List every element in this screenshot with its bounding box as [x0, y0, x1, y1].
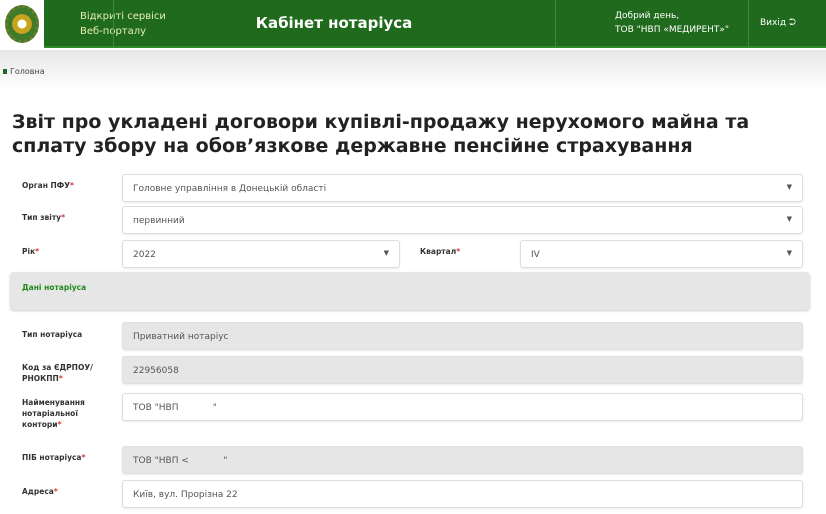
quarter-select[interactable]: IV ▼: [520, 240, 803, 268]
breadcrumb-home-label: Головна: [10, 67, 45, 76]
section-title: Дані нотаріуса: [22, 283, 86, 292]
greeting-line1: Добрий день,: [615, 9, 729, 23]
logo[interactable]: [0, 0, 44, 48]
code-label: Код за ЄДРПОУ/РНОКПП*: [22, 362, 102, 384]
year-label: Рік*: [22, 246, 112, 257]
address-label: Адреса*: [22, 486, 112, 497]
home-icon: [3, 69, 7, 74]
notary-type-label: Тип нотаріуса: [22, 329, 112, 340]
notary-name-value: ТОВ "НВП < ": [133, 456, 227, 466]
pfu-value: Головне управління в Донецькій області: [133, 184, 326, 194]
user-name: ТОВ "НВП «МЕДИРЕНТ»": [615, 23, 729, 37]
office-name-label: Найменування нотаріальної контори*: [22, 397, 97, 430]
divider: [555, 0, 556, 48]
chevron-down-icon: ▼: [384, 249, 389, 257]
breadcrumb: Головна: [0, 50, 826, 90]
chevron-down-icon: ▼: [787, 215, 792, 223]
emblem-icon: [5, 5, 39, 43]
year-select[interactable]: 2022 ▼: [122, 240, 400, 268]
pfu-select[interactable]: Головне управління в Донецькій області ▼: [122, 174, 803, 202]
notary-name-label: ПІБ нотаріуса*: [22, 452, 112, 463]
notary-data-section: Дані нотаріуса: [10, 272, 810, 310]
chevron-down-icon: ▼: [787, 249, 792, 257]
top-header: Відкриті сервісиВеб-порталу Кабінет нота…: [0, 0, 826, 48]
app-title: Кабінет нотаріуса: [113, 14, 555, 32]
page-title: Звіт про укладені договори купівлі-прода…: [12, 110, 812, 158]
report-type-select[interactable]: первинний ▼: [122, 206, 803, 234]
report-type-value: первинний: [133, 216, 185, 226]
logout-label: Вихід: [760, 18, 786, 28]
pfu-label: Орган ПФУ*: [22, 180, 112, 191]
logout-button[interactable]: Вихід ⮊: [760, 18, 796, 28]
address-input[interactable]: Київ, вул. Прорізна 22: [122, 480, 803, 508]
divider: [748, 0, 749, 48]
report-type-label: Тип звіту*: [22, 212, 112, 223]
office-name-value: ТОВ "НВП ": [133, 403, 217, 413]
greeting: Добрий день,ТОВ "НВП «МЕДИРЕНТ»": [615, 9, 729, 37]
notary-type-value: Приватний нотаріус: [133, 332, 228, 342]
code-value: 22956058: [133, 366, 179, 376]
address-value: Київ, вул. Прорізна 22: [133, 490, 238, 500]
year-value: 2022: [133, 250, 156, 260]
quarter-value: IV: [531, 250, 540, 260]
breadcrumb-home[interactable]: Головна: [3, 67, 45, 76]
notary-name-field: ТОВ "НВП < ": [122, 446, 803, 474]
logout-icon: ⮊: [789, 18, 796, 28]
chevron-down-icon: ▼: [787, 183, 792, 191]
notary-type-field: Приватний нотаріус: [122, 322, 803, 350]
quarter-label: Квартал*: [420, 246, 510, 257]
code-field: 22956058: [122, 356, 803, 384]
office-name-input[interactable]: ТОВ "НВП ": [122, 393, 803, 421]
